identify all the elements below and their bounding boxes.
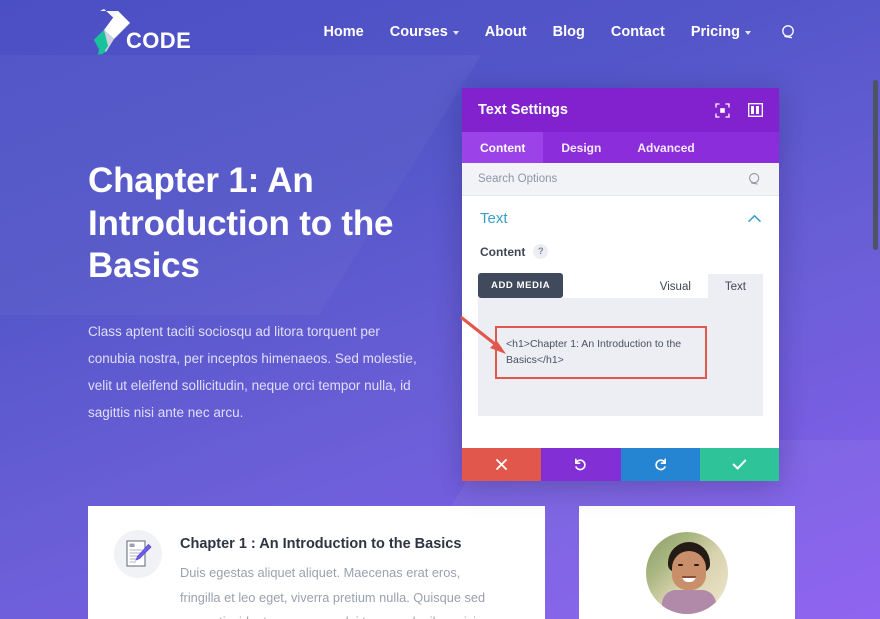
brand-name: CODE (126, 28, 192, 53)
expand-target-icon[interactable] (715, 102, 730, 118)
cancel-button[interactable] (462, 448, 542, 481)
highlighted-code-annotation: <h1>Chapter 1: An Introduction to the Ba… (495, 326, 707, 379)
tab-advanced[interactable]: Advanced (619, 132, 712, 163)
section-title: Text (480, 209, 508, 227)
nav-label: Contact (610, 24, 665, 40)
avatar-eye-left (678, 564, 683, 566)
search-icon (749, 172, 760, 185)
avatar-shirt (662, 590, 716, 614)
redo-button[interactable] (620, 448, 700, 481)
card-body-line-1: Duis egestas aliquet aliquet. Maecenas e… (180, 565, 461, 580)
chevron-logo-icon (88, 6, 134, 58)
nav-label: Pricing (690, 24, 740, 40)
nav-item-courses[interactable]: Courses (390, 24, 459, 40)
content-editor: ADD MEDIA Visual Text <h1>Chapter 1: An … (478, 271, 763, 416)
content-label-text: Content (480, 244, 526, 259)
page-title: Chapter 1: An Introduction to the Basics (88, 161, 394, 286)
brand-logo[interactable]: CODE (88, 6, 191, 58)
chevron-up-icon (748, 214, 761, 222)
card-body: Duis egestas aliquet aliquet. Maecenas e… (180, 561, 485, 619)
avatar (646, 532, 728, 614)
avatar-eye-right (694, 564, 699, 566)
document-pencil-icon (114, 530, 162, 578)
chevron-down-icon (745, 31, 751, 35)
avatar-face (672, 551, 706, 590)
nav-item-home[interactable]: Home (323, 24, 363, 40)
card-title: Chapter 1 : An Introduction to the Basic… (180, 536, 462, 552)
undo-button[interactable] (541, 448, 621, 481)
nav-search-button[interactable] (781, 24, 798, 41)
editor-toolbar: ADD MEDIA Visual Text (478, 271, 763, 298)
editor-tab-text[interactable]: Text (707, 274, 763, 298)
text-settings-modal: Text Settings Content Design Advanced Se… (462, 88, 779, 481)
hero-paragraph: Class aptent taciti sociosqu ad litora t… (88, 324, 417, 420)
x-icon (496, 459, 508, 470)
search-input[interactable] (478, 173, 748, 185)
check-icon (732, 459, 747, 470)
card-body-line-3: augue tincidunt, neque eros dui tempor, … (180, 610, 485, 619)
main-navigation: Home Courses About Blog Contact Pricing (323, 0, 798, 64)
modal-header: Text Settings (462, 88, 779, 132)
search-options-row (462, 163, 779, 196)
modal-action-bar (462, 448, 779, 481)
content-field-label: Content ? (462, 240, 779, 259)
modal-header-actions (715, 102, 763, 118)
chevron-down-icon (452, 31, 459, 35)
add-media-button[interactable]: ADD MEDIA (478, 273, 564, 298)
editor-textarea[interactable]: <h1>Chapter 1: An Introduction to the Ba… (478, 298, 763, 416)
editor-mode-tabs: Visual Text (642, 274, 763, 298)
tab-content[interactable]: Content (462, 132, 544, 163)
profile-card (579, 506, 795, 619)
redo-icon (654, 458, 666, 471)
help-icon[interactable]: ? (533, 244, 549, 259)
nav-item-about[interactable]: About (485, 24, 527, 40)
editor-tab-visual[interactable]: Visual (642, 274, 708, 298)
tab-design[interactable]: Design (543, 132, 619, 163)
modal-scrollbar-thumb[interactable] (873, 80, 878, 250)
section-text-toggle[interactable]: Text (462, 196, 779, 240)
modal-title: Text Settings (478, 102, 568, 118)
site-header: CODE Home Courses About Blog Contact Pri… (0, 0, 880, 64)
nav-item-pricing[interactable]: Pricing (691, 24, 751, 40)
nav-label: Home (323, 24, 364, 40)
modal-tab-bar: Content Design Advanced (462, 132, 779, 163)
nav-item-blog[interactable]: Blog (553, 24, 585, 40)
card-body-line-2: fringilla et leo eget, viverra pretium n… (180, 589, 486, 605)
nav-label: Courses (389, 24, 448, 40)
layout-columns-icon[interactable] (748, 103, 763, 117)
save-button[interactable] (699, 448, 779, 481)
nav-label: About (484, 24, 527, 40)
feature-card: Chapter 1 : An Introduction to the Basic… (88, 506, 545, 619)
nav-item-contact[interactable]: Contact (611, 24, 665, 40)
search-icon (782, 24, 794, 38)
nav-label: Blog (552, 24, 585, 40)
undo-icon (575, 458, 587, 471)
